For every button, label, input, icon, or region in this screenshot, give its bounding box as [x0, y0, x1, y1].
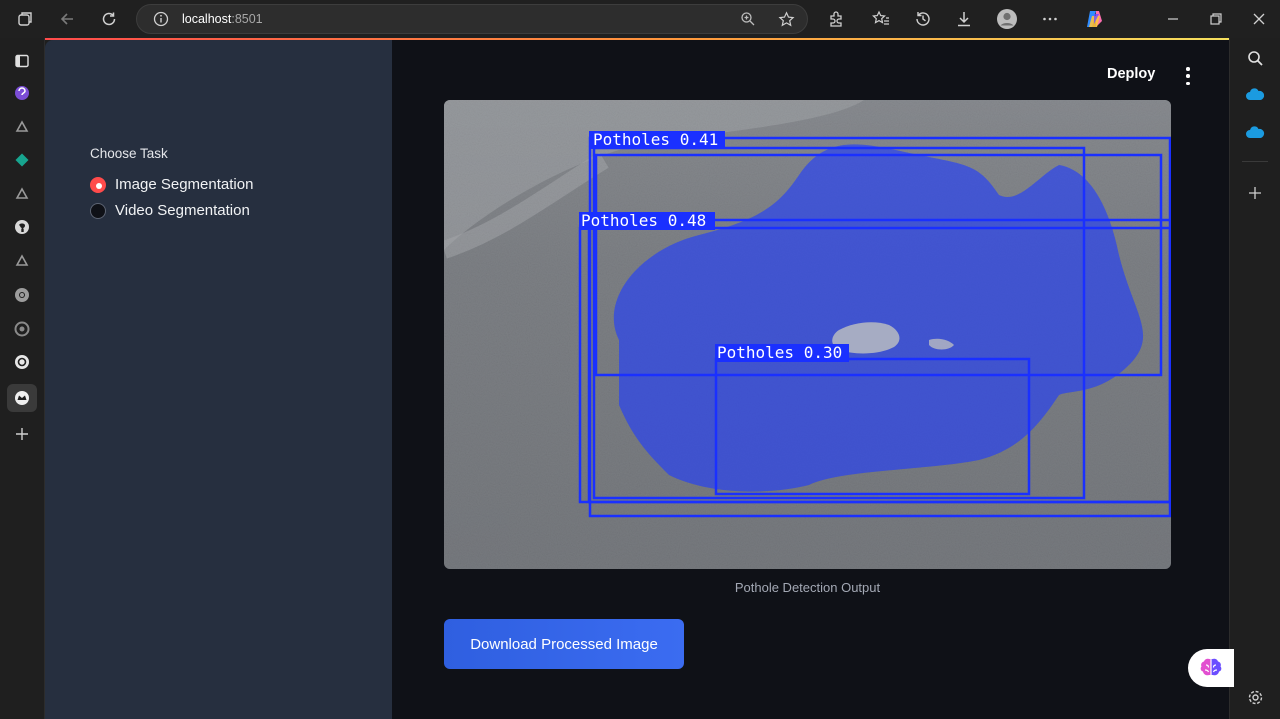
- tab-favicon-github[interactable]: [11, 216, 33, 238]
- app-sidebar: Choose Task Image Segmentation Video Seg…: [45, 40, 392, 719]
- main-menu-icon[interactable]: [1182, 67, 1194, 85]
- vertical-tabs-strip: [0, 38, 45, 719]
- new-tab-icon[interactable]: [11, 423, 33, 445]
- tab-actions-icon[interactable]: [11, 50, 33, 72]
- tab-favicon-streamlit-active[interactable]: [7, 384, 37, 412]
- downloads-icon[interactable]: [953, 8, 975, 30]
- app-main: Deploy Potholes 0.41 Potholes 0.48 Potho…: [392, 40, 1229, 719]
- back-icon[interactable]: [56, 8, 78, 30]
- url-text: localhost:8501: [182, 12, 263, 26]
- tab-favicon-diamond[interactable]: [11, 149, 33, 171]
- sidebar-settings-icon[interactable]: [1244, 686, 1266, 708]
- pothole-detection-image: Potholes 0.41 Potholes 0.48 Potholes 0.3…: [444, 100, 1171, 569]
- browser-toolbar: localhost:8501: [0, 0, 1280, 38]
- tab-favicon-cloud[interactable]: [11, 250, 33, 272]
- radio-option-label: Video Segmentation: [115, 202, 250, 219]
- restore-icon[interactable]: [1205, 8, 1227, 30]
- tab-favicon-circle[interactable]: [11, 318, 33, 340]
- tab-favicon-purple[interactable]: [11, 82, 33, 104]
- favorites-icon[interactable]: [870, 8, 892, 30]
- detection-label: Potholes 0.41: [593, 130, 718, 149]
- radio-unselected-icon[interactable]: [90, 202, 106, 219]
- tab-favicon-cloud[interactable]: [11, 183, 33, 205]
- url-host: localhost: [182, 12, 232, 26]
- history-icon[interactable]: [912, 8, 934, 30]
- favorite-star-icon[interactable]: [775, 8, 797, 30]
- url-port: :8501: [231, 12, 263, 26]
- tab-favicon-chrome[interactable]: [11, 284, 33, 306]
- extensions-icon[interactable]: [825, 8, 847, 30]
- tab-favicon-openai[interactable]: [11, 351, 33, 373]
- download-processed-image-button[interactable]: Download Processed Image: [444, 619, 684, 669]
- profile-avatar-icon[interactable]: [996, 8, 1018, 30]
- brain-icon: [1200, 658, 1222, 676]
- detection-label: Potholes 0.48: [581, 211, 706, 230]
- address-bar[interactable]: localhost:8501: [136, 4, 808, 34]
- salesforce-cloud-icon[interactable]: [1244, 84, 1266, 106]
- salesforce-cloud-icon[interactable]: [1244, 122, 1266, 144]
- browser-sidebar: [1229, 38, 1280, 719]
- image-caption: Pothole Detection Output: [734, 580, 881, 595]
- close-window-icon[interactable]: [1248, 8, 1270, 30]
- radio-option-image-segmentation[interactable]: Image Segmentation: [90, 176, 253, 193]
- tab-favicon-cloud[interactable]: [11, 116, 33, 138]
- choose-task-label: Choose Task: [90, 146, 168, 161]
- radio-option-label: Image Segmentation: [115, 176, 254, 193]
- search-icon[interactable]: [1244, 47, 1266, 69]
- minimize-icon[interactable]: [1162, 8, 1184, 30]
- add-sidebar-app-icon[interactable]: [1244, 182, 1266, 204]
- detection-label: Potholes 0.30: [717, 343, 842, 362]
- site-info-icon[interactable]: [150, 8, 172, 30]
- refresh-icon[interactable]: [98, 8, 120, 30]
- zoom-icon[interactable]: [737, 8, 759, 30]
- sidebar-divider: [1242, 161, 1268, 162]
- radio-option-video-segmentation[interactable]: Video Segmentation: [90, 202, 250, 219]
- radio-selected-icon[interactable]: [90, 176, 106, 193]
- more-options-icon[interactable]: [1039, 8, 1061, 30]
- deploy-button[interactable]: Deploy: [1107, 66, 1155, 82]
- workspaces-icon[interactable]: [14, 8, 36, 30]
- copilot-icon[interactable]: [1083, 8, 1105, 30]
- assistant-floating-button[interactable]: [1188, 649, 1234, 687]
